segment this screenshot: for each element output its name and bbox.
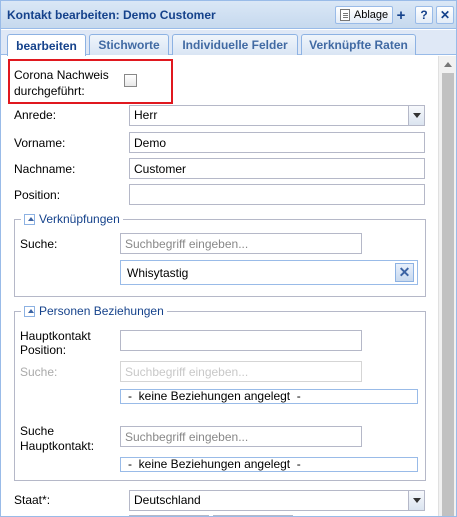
window-title: Kontakt bearbeiten: Demo Customer <box>7 8 216 22</box>
suche-hauptkontakt-label-line1: Suche <box>20 424 55 438</box>
vorname-field[interactable]: Demo <box>129 132 425 153</box>
tab-bearbeiten[interactable]: bearbeiten <box>7 34 86 56</box>
ablage-button[interactable]: Ablage <box>335 6 393 24</box>
tab-strip: bearbeiten Stichworte Individuelle Felde… <box>1 30 456 56</box>
anrede-label: Anrede: <box>14 108 57 122</box>
staat-label: Staat*: <box>14 493 51 507</box>
position-label: Position: <box>14 188 61 202</box>
scrollbar-thumb[interactable] <box>442 73 454 516</box>
hauptkontakt-position-label-line1: Hauptkontakt <box>20 329 91 343</box>
verknuepfungen-legend-text: Verknüpfungen <box>39 212 120 226</box>
position-field[interactable] <box>129 184 425 205</box>
linked-contact-tag: Whisytastig ✕ <box>120 260 418 285</box>
tab-verknuepfte-raten[interactable]: Verknüpfte Raten <box>301 34 416 55</box>
verknuepfungen-search-input[interactable]: Suchbegriff eingeben... <box>120 233 362 254</box>
beziehungen-legend-text: Personen Beziehungen <box>39 304 164 318</box>
anrede-value: Herr <box>134 108 158 122</box>
vorname-label: Vorname: <box>14 136 66 150</box>
remove-icon[interactable]: ✕ <box>395 263 414 282</box>
staat-value: Deutschland <box>134 493 201 507</box>
vertical-scrollbar[interactable] <box>438 56 456 516</box>
edit-contact-window: Kontakt bearbeiten: Demo Customer Ablage… <box>0 0 457 517</box>
close-icon[interactable]: ✕ <box>436 6 454 24</box>
document-icon <box>340 9 350 21</box>
verknuepfungen-suche-label: Suche: <box>20 237 58 251</box>
hauptkontakt-empty-list: - keine Beziehungen angelegt - <box>120 457 418 472</box>
beziehungen-legend: Personen Beziehungen <box>21 304 167 318</box>
help-icon[interactable]: ? <box>415 6 433 24</box>
nachname-field[interactable]: Customer <box>129 158 425 179</box>
tab-stichworte[interactable]: Stichworte <box>89 34 169 55</box>
chevron-down-icon[interactable] <box>408 491 424 510</box>
hauptkontakt-search-input[interactable]: Suchbegriff eingeben... <box>120 426 362 447</box>
collapse-icon[interactable] <box>24 213 35 225</box>
nachname-label: Nachname: <box>14 162 76 176</box>
staat-select[interactable]: Deutschland <box>129 490 425 511</box>
scroll-up-icon[interactable] <box>444 62 452 67</box>
ablage-label: Ablage <box>353 9 389 21</box>
suche-hauptkontakt-label-line2: Hauptkontakt: <box>20 439 95 453</box>
corona-label-line1: Corona Nachweis <box>14 68 109 82</box>
window-titlebar: Kontakt bearbeiten: Demo Customer Ablage… <box>1 1 456 29</box>
collapse-icon[interactable] <box>24 305 35 317</box>
beziehungen-search-input[interactable]: Suchbegriff eingeben... <box>120 361 362 382</box>
tab-individuelle-felder[interactable]: Individuelle Felder <box>172 34 298 55</box>
verknuepfungen-fieldset: Verknüpfungen <box>14 212 426 297</box>
add-icon[interactable]: + <box>394 6 408 24</box>
anrede-select[interactable]: Herr <box>129 105 425 126</box>
beziehungen-suche-label: Suche: <box>20 365 58 379</box>
verknuepfungen-legend: Verknüpfungen <box>21 212 123 226</box>
hauptkontakt-position-label-line2: Position: <box>20 343 67 357</box>
hauptkontakt-position-field[interactable] <box>120 330 362 351</box>
linked-contact-name: Whisytastig <box>127 266 189 280</box>
chevron-down-icon[interactable] <box>408 106 424 125</box>
corona-label-line2: durchgeführt: <box>14 84 85 98</box>
form-content: Corona Nachweis durchgeführt: Anrede: He… <box>1 56 438 516</box>
corona-checkbox[interactable] <box>124 74 137 87</box>
beziehungen-empty-list: - keine Beziehungen angelegt - <box>120 389 418 404</box>
